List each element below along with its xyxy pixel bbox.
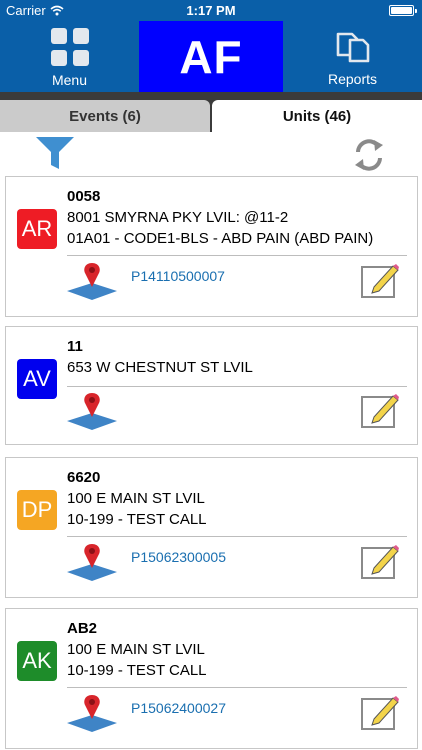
unit-number: 6620 [67, 469, 101, 486]
reports-label: Reports [327, 71, 378, 87]
battery-icon [389, 5, 417, 16]
event-id-link[interactable]: P14110500007 [131, 268, 225, 284]
unit-address: 653 W CHESTNUT ST LVIL [67, 359, 253, 376]
reports-documents-icon [336, 32, 369, 63]
event-id-link[interactable]: P15062300005 [131, 549, 226, 565]
unit-card[interactable]: AV 11 653 W CHESTNUT ST LVIL [5, 326, 418, 445]
reports-button[interactable]: Reports [283, 21, 422, 92]
unit-number: 11 [67, 338, 83, 355]
unit-status-badge: AR [17, 209, 57, 249]
unit-call-type: 10-199 - TEST CALL [67, 511, 207, 528]
card-divider [67, 255, 407, 256]
map-location-icon[interactable] [67, 261, 117, 301]
map-location-icon[interactable] [67, 693, 117, 733]
unit-card[interactable]: AK AB2 100 E MAIN ST LVIL 10-199 - TEST … [5, 608, 418, 749]
clock: 1:17 PM [186, 3, 236, 18]
tab-events[interactable]: Events (6) [0, 100, 210, 132]
unit-address: 100 E MAIN ST LVIL [67, 490, 205, 507]
menu-button[interactable]: Menu [0, 21, 139, 92]
unit-address: 100 E MAIN ST LVIL [67, 641, 205, 658]
unit-number: AB2 [67, 620, 98, 637]
refresh-icon[interactable] [350, 137, 388, 173]
edit-pencil-icon[interactable] [360, 542, 400, 580]
edit-pencil-icon[interactable] [360, 261, 400, 299]
map-location-icon[interactable] [67, 542, 117, 582]
unit-number: 0058 [67, 188, 101, 205]
filter-icon[interactable] [35, 135, 75, 171]
unit-status-badge: AK [17, 641, 57, 681]
tab-units[interactable]: Units (46) [212, 100, 422, 132]
edit-pencil-icon[interactable] [360, 391, 400, 429]
grid-menu-icon [50, 28, 89, 66]
edit-pencil-icon[interactable] [360, 693, 400, 731]
status-bar: Carrier 1:17 PM [0, 0, 422, 21]
menu-label: Menu [51, 72, 88, 88]
card-divider [67, 687, 407, 688]
agency-indicator: AF [139, 21, 283, 92]
tab-bar: Events (6) Units (46) [0, 92, 422, 132]
event-id-link[interactable]: P15062400027 [131, 700, 226, 716]
card-divider [67, 386, 407, 387]
map-location-icon[interactable] [67, 391, 117, 431]
unit-status-badge: DP [17, 490, 57, 530]
unit-status-badge: AV [17, 359, 57, 399]
top-navigation: Menu AF Reports [0, 21, 422, 92]
unit-address: 8001 SMYRNA PKY LVIL: @11-2 [67, 209, 289, 226]
unit-card[interactable]: DP 6620 100 E MAIN ST LVIL 10-199 - TEST… [5, 457, 418, 598]
unit-call-type: 01A01 - CODE1-BLS - ABD PAIN (ABD PAIN) [67, 230, 374, 247]
card-divider [67, 536, 407, 537]
unit-card[interactable]: AR 0058 8001 SMYRNA PKY LVIL: @11-2 01A0… [5, 176, 418, 317]
unit-call-type: 10-199 - TEST CALL [67, 662, 207, 679]
